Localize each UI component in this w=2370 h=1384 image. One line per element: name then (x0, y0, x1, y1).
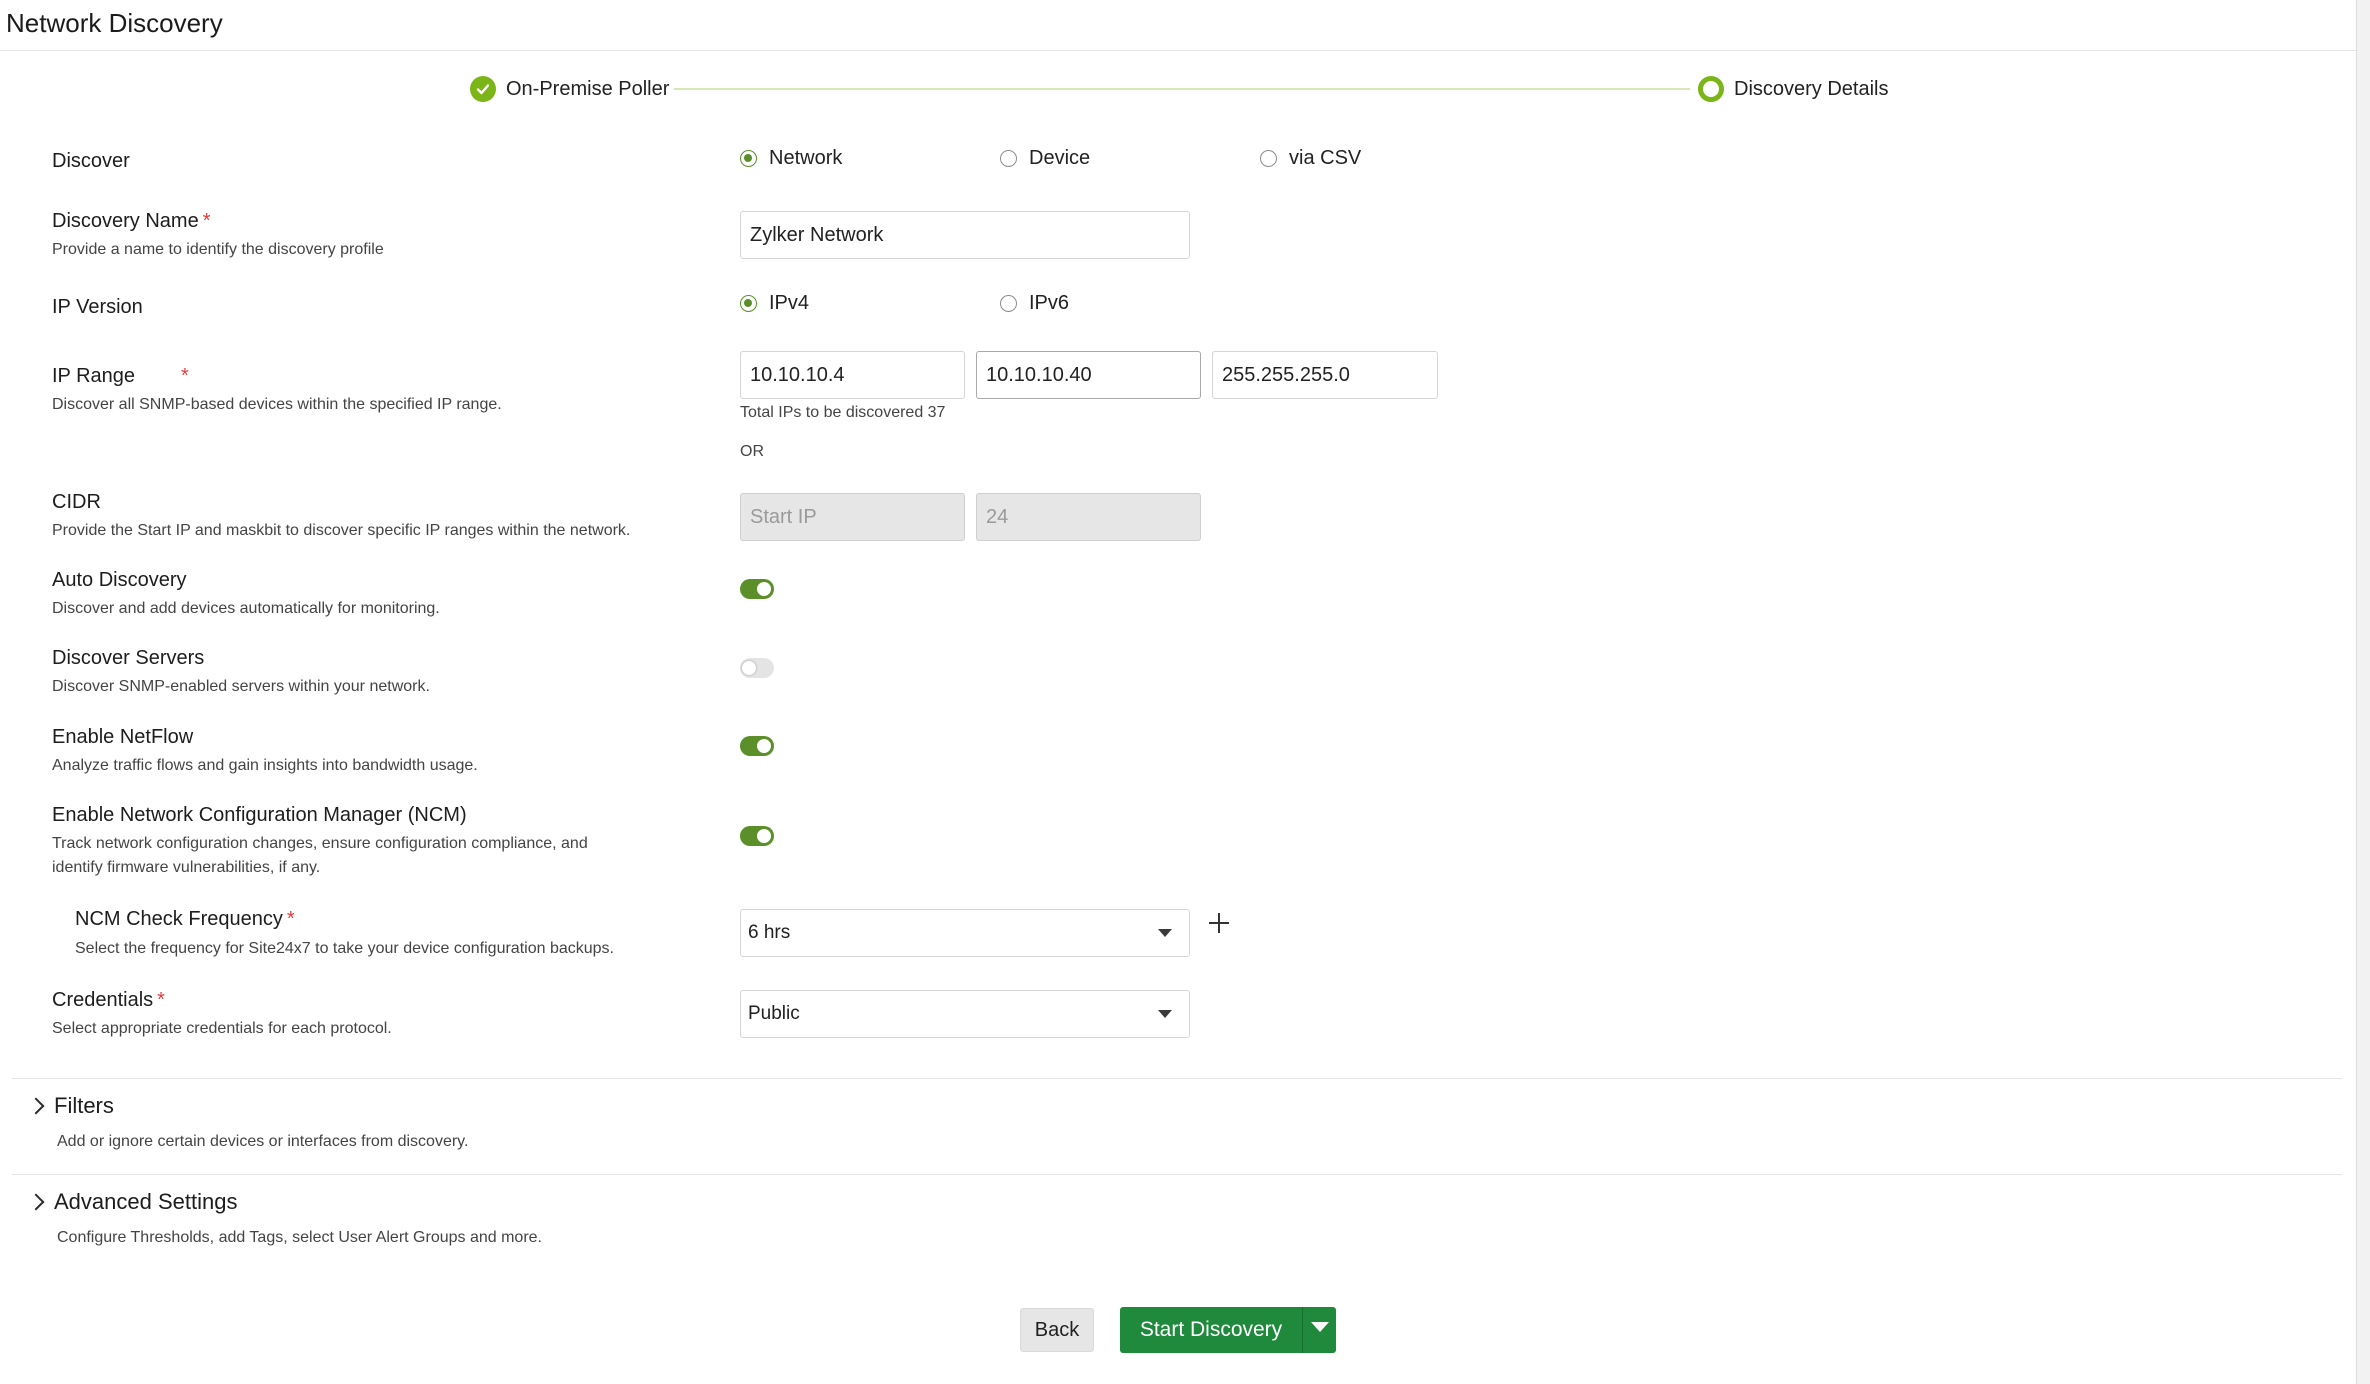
radio-label: Network (769, 147, 843, 169)
ncm-frequency-label: NCM Check Frequency * (75, 908, 295, 931)
advanced-settings-header[interactable]: Advanced Settings (27, 1189, 238, 1215)
chevron-right-icon (27, 1097, 45, 1115)
step-label: Discovery Details (1734, 77, 1889, 100)
credentials-desc: Select appropriate credentials for each … (52, 1020, 392, 1037)
add-frequency-icon[interactable] (1208, 912, 1230, 934)
ip-range-end-input[interactable]: 10.10.10.40 (976, 351, 1201, 399)
toggle-knob (757, 829, 771, 843)
advanced-settings-desc: Configure Thresholds, add Tags, select U… (57, 1229, 542, 1246)
step-label: On-Premise Poller (506, 77, 670, 100)
page-title: Network Discovery (6, 8, 223, 38)
radio-label: IPv4 (769, 292, 810, 314)
ip-version-radio-ipv4[interactable]: IPv4 (740, 292, 809, 315)
step-discovery-details[interactable]: Discovery Details (1698, 76, 1888, 102)
select-value: Public (748, 1003, 800, 1024)
filters-desc: Add or ignore certain devices or interfa… (57, 1133, 469, 1150)
section-title: Filters (54, 1093, 114, 1118)
toggle-knob (742, 661, 756, 675)
radio-label: IPv6 (1029, 292, 1070, 314)
discover-radio-device[interactable]: Device (1000, 147, 1090, 170)
start-discovery-button[interactable]: Start Discovery (1120, 1307, 1302, 1353)
ip-range-desc: Discover all SNMP-based devices within t… (52, 396, 502, 413)
current-step-icon (1698, 76, 1724, 102)
discover-servers-toggle[interactable] (740, 658, 774, 678)
auto-discovery-desc: Discover and add devices automatically f… (52, 600, 440, 617)
section-divider (12, 1078, 2342, 1079)
discover-servers-desc: Discover SNMP-enabled servers within you… (52, 678, 430, 695)
cidr-label: CIDR (52, 491, 101, 513)
chevron-right-icon (27, 1193, 45, 1211)
field-label-text: NCM Check Frequency (75, 908, 283, 930)
required-asterisk: * (286, 908, 295, 930)
select-value: 6 hrs (748, 922, 791, 943)
field-label-text: IP Range (52, 365, 136, 387)
radio-selected-icon (740, 150, 757, 167)
ncm-toggle[interactable] (740, 826, 774, 846)
field-label-text: Credentials (52, 989, 154, 1011)
netflow-desc: Analyze traffic flows and gain insights … (52, 757, 478, 774)
netflow-label: Enable NetFlow (52, 726, 194, 748)
ip-range-start-input[interactable]: 10.10.10.4 (740, 351, 965, 399)
check-circle-icon (470, 76, 496, 102)
ncm-desc-line1: Track network configuration changes, ens… (52, 835, 588, 852)
ncm-frequency-select[interactable]: 6 hrs (740, 909, 1190, 957)
discover-radio-network[interactable]: Network (740, 147, 842, 170)
netflow-toggle[interactable] (740, 736, 774, 756)
step-on-premise-poller[interactable]: On-Premise Poller (470, 76, 669, 102)
title-divider (0, 50, 2356, 51)
radio-unselected-icon (1000, 295, 1017, 312)
back-button[interactable]: Back (1020, 1308, 1094, 1352)
ncm-frequency-desc: Select the frequency for Site24x7 to tak… (75, 940, 614, 957)
caret-down-icon (1158, 1010, 1172, 1018)
discover-servers-label: Discover Servers (52, 647, 205, 669)
caret-down-icon (1310, 1322, 1329, 1332)
auto-discovery-toggle[interactable] (740, 579, 774, 599)
ncm-label: Enable Network Configuration Manager (NC… (52, 804, 467, 826)
radio-label: via CSV (1289, 147, 1362, 169)
required-asterisk: * (181, 365, 189, 387)
credentials-select[interactable]: Public (740, 990, 1190, 1038)
or-separator: OR (740, 443, 764, 460)
total-ips-note: Total IPs to be discovered 37 (740, 404, 946, 421)
section-title: Advanced Settings (54, 1189, 238, 1214)
field-label-text: Discovery Name (52, 210, 199, 232)
discover-radio-csv[interactable]: via CSV (1260, 147, 1361, 170)
ip-version-radio-ipv6[interactable]: IPv6 (1000, 292, 1069, 315)
credentials-label: Credentials * (52, 989, 165, 1012)
auto-discovery-label: Auto Discovery (52, 569, 187, 591)
toggle-knob (757, 739, 771, 753)
ip-range-label: IP Range * (52, 365, 189, 388)
required-asterisk: * (202, 210, 211, 232)
start-discovery-dropdown-button[interactable] (1302, 1307, 1336, 1353)
cidr-maskbit-input[interactable]: 24 (976, 493, 1201, 541)
section-divider (12, 1174, 2342, 1175)
cidr-start-ip-input[interactable]: Start IP (740, 493, 965, 541)
stepper-progress-line (674, 88, 1690, 90)
radio-label: Device (1029, 147, 1091, 169)
required-asterisk: * (157, 989, 165, 1011)
discovery-name-input[interactable]: Zylker Network (740, 211, 1190, 259)
filters-section-header[interactable]: Filters (27, 1093, 114, 1119)
ip-range-mask-input[interactable]: 255.255.255.0 (1212, 351, 1438, 399)
discovery-name-label: Discovery Name * (52, 210, 211, 233)
discover-label: Discover (52, 150, 130, 172)
radio-unselected-icon (1260, 150, 1277, 167)
discovery-name-desc: Provide a name to identify the discovery… (52, 241, 384, 258)
radio-unselected-icon (1000, 150, 1017, 167)
cidr-desc: Provide the Start IP and maskbit to disc… (52, 522, 631, 539)
toggle-knob (757, 582, 771, 596)
ncm-desc-line2: identify firmware vulnerabilities, if an… (52, 859, 321, 876)
window-scroll-edge (2356, 0, 2370, 1384)
radio-selected-icon (740, 295, 757, 312)
ip-version-label: IP Version (52, 296, 143, 318)
caret-down-icon (1158, 929, 1172, 937)
